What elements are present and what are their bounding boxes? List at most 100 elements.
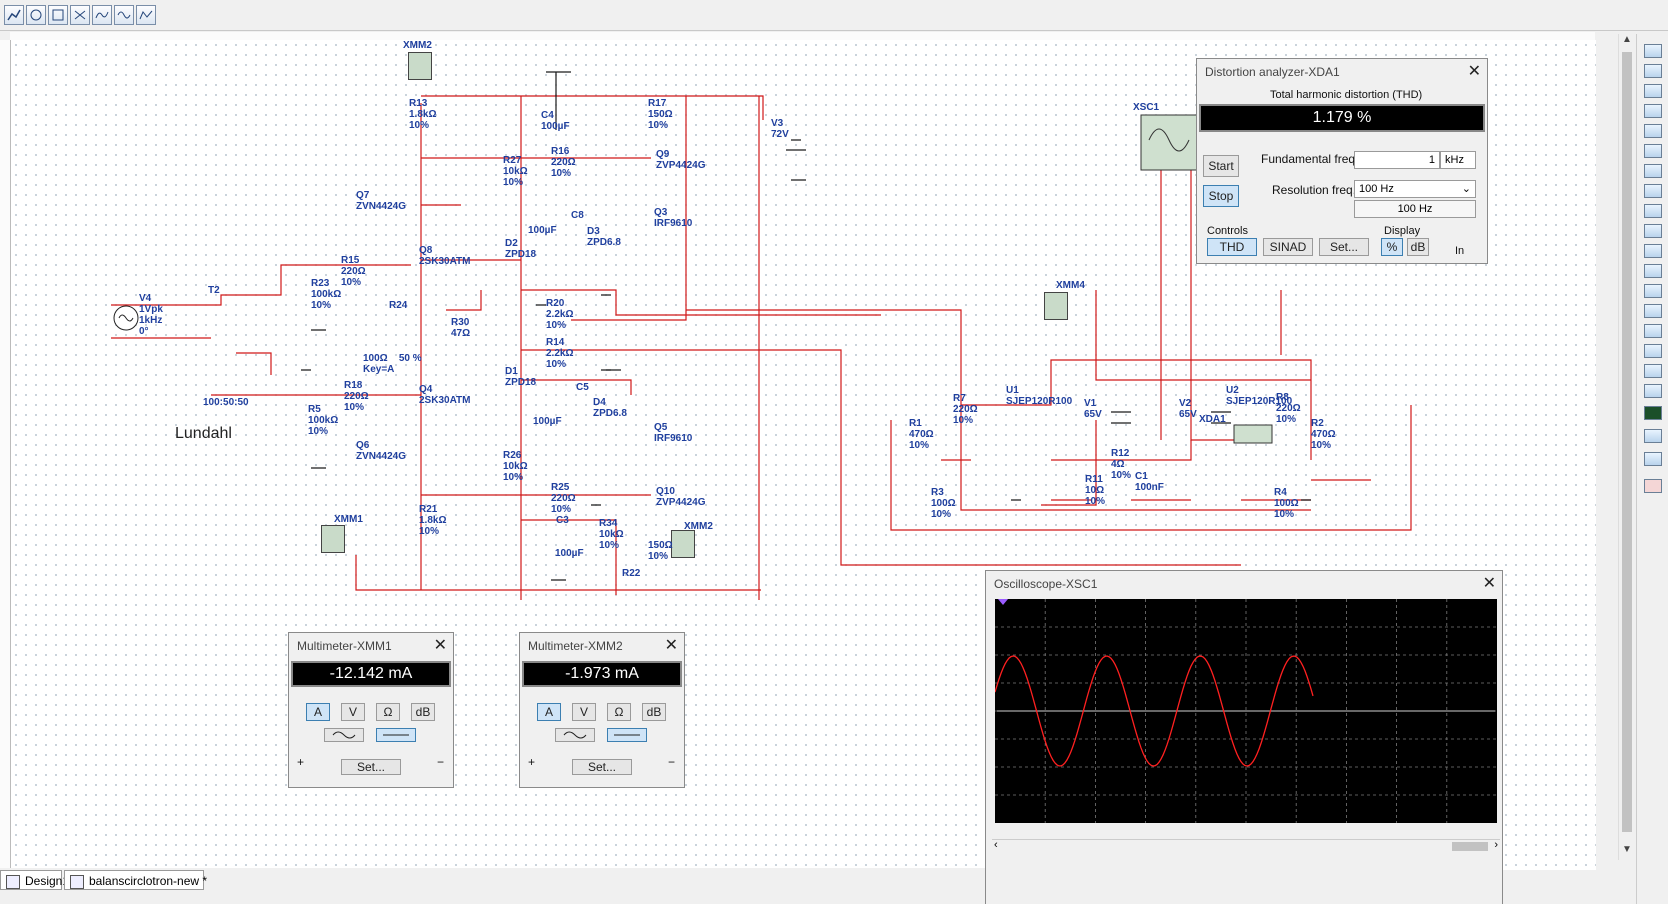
vertical-scrollbar[interactable]: ▲ ▼ bbox=[1618, 34, 1635, 860]
network-analyzer-icon[interactable] bbox=[1644, 304, 1662, 318]
word-generator-icon[interactable] bbox=[1644, 184, 1662, 198]
stop-button[interactable]: Stop bbox=[1203, 185, 1239, 207]
multimeter-xmm2b-symbol[interactable] bbox=[671, 530, 695, 558]
trigger-marker-icon bbox=[998, 599, 1008, 605]
ohm-button[interactable]: Ω bbox=[607, 703, 631, 721]
scroll-thumb[interactable] bbox=[1452, 842, 1488, 851]
thd-display: 1.179 % bbox=[1199, 104, 1485, 132]
minus-terminal[interactable]: − bbox=[437, 755, 444, 769]
logic-converter-icon[interactable] bbox=[1644, 204, 1662, 218]
label-q3: Q3 IRF9610 bbox=[654, 207, 693, 229]
ac-mode-button[interactable] bbox=[324, 728, 364, 742]
scroll-right-icon[interactable]: › bbox=[1494, 839, 1498, 851]
frequency-counter-icon[interactable] bbox=[1644, 164, 1662, 178]
close-icon[interactable]: ✕ bbox=[1483, 573, 1496, 593]
db-button[interactable]: dB bbox=[411, 703, 435, 721]
db-button[interactable]: dB bbox=[1407, 238, 1429, 256]
resolution-freq-select[interactable]: 100 Hz ⌄ bbox=[1354, 180, 1476, 198]
multimeter1-title: Multimeter-XMM1 bbox=[297, 639, 392, 653]
distortion-analyzer-icon[interactable] bbox=[1644, 264, 1662, 278]
tab-design1[interactable]: Design1 bbox=[0, 870, 69, 890]
close-icon[interactable]: ✕ bbox=[665, 635, 678, 655]
label-v3: V3 72V bbox=[771, 118, 789, 140]
agilent-generator-icon[interactable] bbox=[1644, 324, 1662, 338]
logic-analyzer-icon[interactable] bbox=[1644, 224, 1662, 238]
ampere-button[interactable]: A bbox=[537, 703, 561, 721]
label-xmm2-top: XMM2 bbox=[403, 40, 432, 51]
label-r23: R23 100kΩ 10% bbox=[311, 278, 342, 311]
current-probe-icon[interactable] bbox=[1644, 429, 1662, 443]
spectrum-icon[interactable] bbox=[48, 5, 68, 25]
grapher-icon[interactable] bbox=[92, 5, 112, 25]
label-q8: Q8 2SK30ATM bbox=[419, 245, 471, 267]
volt-button[interactable]: V bbox=[572, 703, 596, 721]
close-icon[interactable]: ✕ bbox=[1468, 61, 1481, 81]
multimeter2-title: Multimeter-XMM2 bbox=[528, 639, 623, 653]
tektronix-scope-icon[interactable] bbox=[1644, 384, 1662, 398]
waveform-icon[interactable] bbox=[114, 5, 134, 25]
scroll-left-icon[interactable]: ‹ bbox=[994, 839, 998, 851]
ac-mode-button[interactable] bbox=[555, 728, 595, 742]
label-r30: R30 47Ω bbox=[451, 317, 471, 339]
bode-icon[interactable] bbox=[70, 5, 90, 25]
wattmeter-icon[interactable] bbox=[1644, 84, 1662, 98]
thd-button[interactable]: THD bbox=[1207, 238, 1257, 256]
scroll-down-icon[interactable]: ▼ bbox=[1622, 844, 1632, 855]
multimeter-xmm4-symbol[interactable] bbox=[1044, 292, 1068, 320]
iv-analyzer-icon[interactable] bbox=[1644, 244, 1662, 258]
four-channel-scope-icon[interactable] bbox=[1644, 124, 1662, 138]
percent-button[interactable]: % bbox=[1381, 238, 1403, 256]
scroll-thumb[interactable] bbox=[1622, 52, 1632, 832]
plus-terminal[interactable]: + bbox=[297, 755, 304, 769]
oscilloscope-icon[interactable] bbox=[26, 5, 46, 25]
multimeter-xmm2-symbol[interactable] bbox=[408, 52, 432, 80]
design-icon bbox=[70, 875, 84, 889]
chevron-down-icon: ⌄ bbox=[1461, 183, 1471, 195]
spectrum-analyzer-icon[interactable] bbox=[1644, 284, 1662, 298]
oscilloscope-sidebar-icon[interactable] bbox=[1644, 104, 1662, 118]
label-r3: R3 100Ω 10% bbox=[931, 487, 956, 520]
minus-terminal[interactable]: − bbox=[668, 755, 675, 769]
agilent-multimeter-icon[interactable] bbox=[1644, 344, 1662, 358]
label-r20: R20 2.2kΩ 10% bbox=[546, 298, 574, 331]
bode-plotter-icon[interactable] bbox=[1644, 144, 1662, 158]
volt-button[interactable]: V bbox=[341, 703, 365, 721]
dc-mode-button[interactable] bbox=[376, 728, 416, 742]
fundamental-freq-input[interactable]: 1 bbox=[1354, 151, 1440, 169]
ampere-button[interactable]: A bbox=[306, 703, 330, 721]
label-r16: R16 220Ω 10% bbox=[551, 146, 576, 179]
label-v1: V1 65V bbox=[1084, 398, 1102, 420]
set-button[interactable]: Set... bbox=[1319, 238, 1369, 256]
label-q7: Q7 ZVN4424G bbox=[356, 190, 407, 212]
agilent-scope-icon[interactable] bbox=[1644, 364, 1662, 378]
tab-balanscirclotron[interactable]: balanscirclotron-new * bbox=[64, 870, 207, 890]
measurement-probe-icon[interactable] bbox=[1644, 452, 1662, 466]
oscilloscope-screen[interactable] bbox=[995, 599, 1497, 823]
ohm-button[interactable]: Ω bbox=[376, 703, 400, 721]
set-button[interactable]: Set... bbox=[341, 759, 401, 775]
scroll-up-icon[interactable]: ▲ bbox=[1622, 34, 1632, 45]
oscilloscope-title: Oscilloscope-XSC1 bbox=[994, 577, 1098, 591]
sinad-button[interactable]: SINAD bbox=[1263, 238, 1313, 256]
probe-red-icon[interactable] bbox=[1644, 479, 1662, 493]
oscilloscope-scrollbar[interactable]: ‹ › bbox=[992, 839, 1500, 854]
plus-terminal[interactable]: + bbox=[528, 755, 535, 769]
multimeter-icon[interactable] bbox=[1644, 44, 1662, 58]
label-r26: R26 10kΩ 10% bbox=[503, 450, 528, 483]
label-r17: R17 150Ω 10% bbox=[648, 98, 673, 131]
network-icon[interactable] bbox=[136, 5, 156, 25]
db-button[interactable]: dB bbox=[642, 703, 666, 721]
label-r27: R27 10kΩ 10% bbox=[503, 155, 528, 188]
display-label: Display bbox=[1384, 225, 1421, 237]
function-generator-icon[interactable] bbox=[1644, 64, 1662, 78]
start-button[interactable]: Start bbox=[1203, 155, 1239, 177]
fundamental-freq-unit[interactable]: kHz bbox=[1440, 151, 1476, 169]
set-button[interactable]: Set... bbox=[572, 759, 632, 775]
label-r4: R4 100Ω 10% bbox=[1274, 487, 1299, 520]
close-icon[interactable]: ✕ bbox=[434, 635, 447, 655]
multimeter-xmm1-symbol[interactable] bbox=[321, 525, 345, 553]
input-terminal-label: In bbox=[1455, 245, 1465, 257]
dc-mode-button[interactable] bbox=[607, 728, 647, 742]
labview-icon[interactable] bbox=[1644, 406, 1662, 420]
probe-icon[interactable] bbox=[4, 5, 24, 25]
